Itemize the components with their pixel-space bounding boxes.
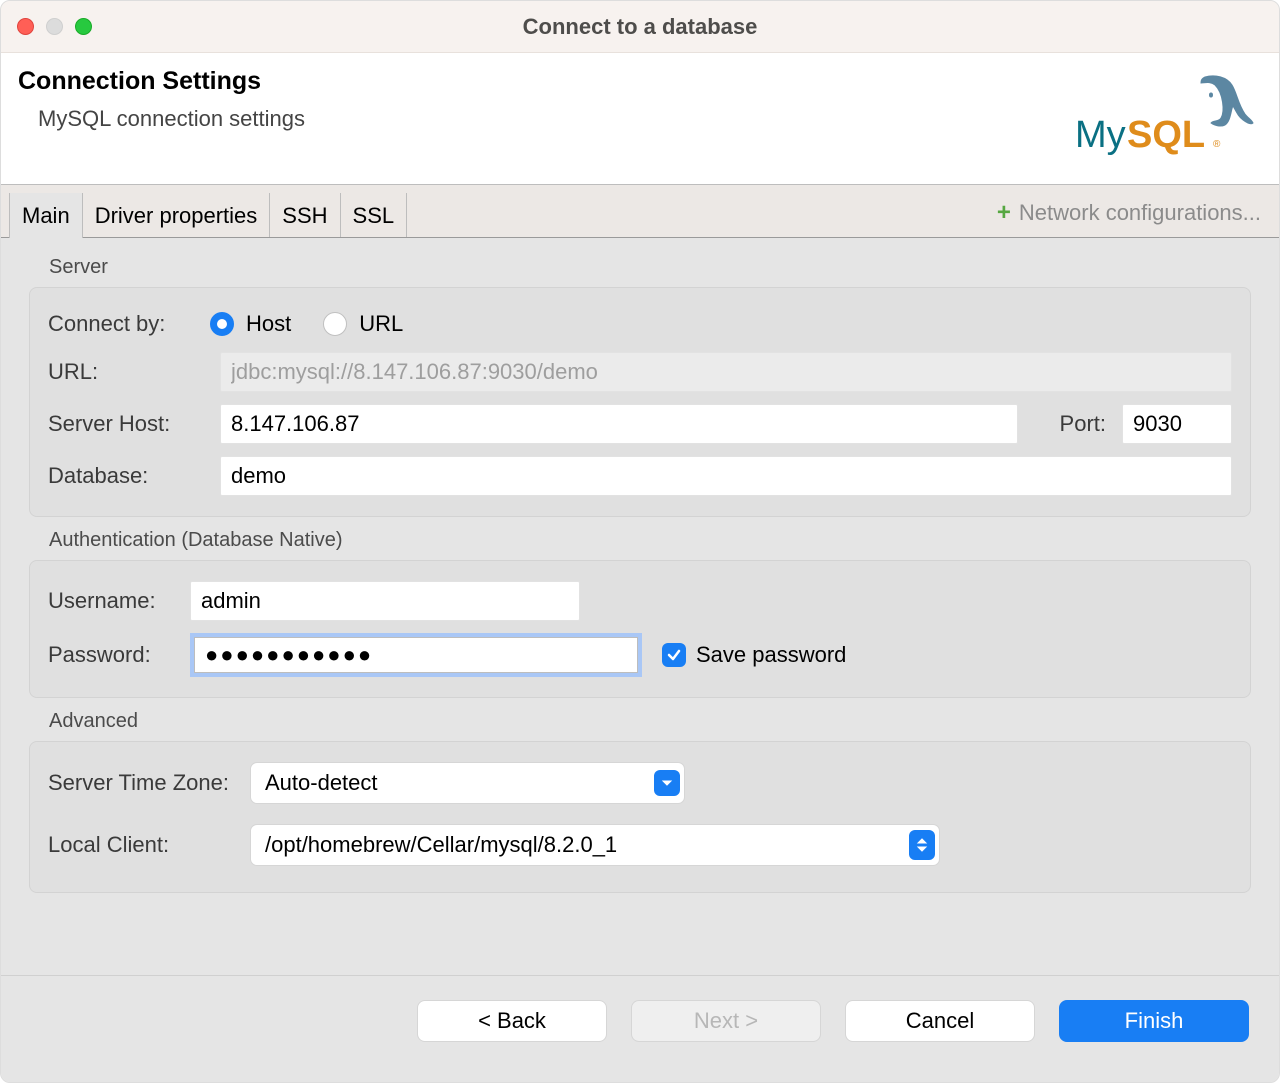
advanced-group-label: Advanced bbox=[13, 698, 1267, 741]
password-field[interactable] bbox=[194, 637, 638, 673]
dialog-window: Connect to a database Connection Setting… bbox=[0, 0, 1280, 1083]
network-configurations-button[interactable]: + Network configurations... bbox=[997, 199, 1261, 237]
header-text: Connection Settings MySQL connection set… bbox=[18, 67, 305, 132]
host-label: Server Host: bbox=[48, 411, 208, 437]
connect-by-row: Connect by: Host URL bbox=[44, 302, 1236, 346]
page-title: Connection Settings bbox=[18, 67, 305, 96]
main-content: Server Connect by: Host URL URL: Server … bbox=[1, 238, 1279, 975]
database-label: Database: bbox=[48, 463, 208, 489]
radio-url[interactable]: URL bbox=[323, 311, 403, 337]
tabs: Main Driver properties SSH SSL bbox=[9, 193, 407, 237]
url-label: URL: bbox=[48, 359, 208, 385]
host-row: Server Host: Port: bbox=[44, 398, 1236, 450]
url-field bbox=[220, 352, 1232, 392]
window-title: Connect to a database bbox=[1, 14, 1279, 40]
svg-text:SQL: SQL bbox=[1127, 114, 1205, 156]
tab-main[interactable]: Main bbox=[9, 193, 83, 238]
maximize-window-button[interactable] bbox=[75, 18, 92, 35]
port-label: Port: bbox=[1030, 411, 1110, 437]
page-subtitle: MySQL connection settings bbox=[38, 106, 305, 132]
tab-ssl[interactable]: SSL bbox=[341, 193, 408, 237]
chevron-down-icon bbox=[654, 770, 680, 796]
password-focus-ring bbox=[190, 633, 642, 677]
minimize-window-button[interactable] bbox=[46, 18, 63, 35]
connect-by-label: Connect by: bbox=[48, 311, 198, 337]
radio-url-label: URL bbox=[359, 311, 403, 337]
tab-driver-properties[interactable]: Driver properties bbox=[83, 193, 271, 237]
dialog-header: Connection Settings MySQL connection set… bbox=[1, 53, 1279, 184]
advanced-group: Server Time Zone: Auto-detect Local Clie… bbox=[29, 741, 1251, 893]
username-field[interactable] bbox=[190, 581, 580, 621]
save-password-checkbox[interactable]: Save password bbox=[654, 642, 846, 668]
window-controls bbox=[17, 18, 92, 35]
cancel-button[interactable]: Cancel bbox=[845, 1000, 1035, 1042]
radio-icon bbox=[210, 312, 234, 336]
radio-host[interactable]: Host bbox=[210, 311, 291, 337]
server-group-label: Server bbox=[13, 244, 1267, 287]
username-row: Username: bbox=[44, 575, 1236, 627]
checkbox-icon bbox=[662, 643, 686, 667]
database-row: Database: bbox=[44, 450, 1236, 502]
password-label: Password: bbox=[48, 642, 178, 668]
timezone-label: Server Time Zone: bbox=[48, 770, 238, 796]
auth-group: Username: Password: Save password bbox=[29, 560, 1251, 698]
host-field[interactable] bbox=[220, 404, 1018, 444]
tabs-row: Main Driver properties SSH SSL + Network… bbox=[1, 184, 1279, 238]
timezone-select[interactable]: Auto-detect bbox=[250, 762, 685, 804]
close-window-button[interactable] bbox=[17, 18, 34, 35]
next-button: Next > bbox=[631, 1000, 821, 1042]
save-password-label: Save password bbox=[696, 642, 846, 668]
url-row: URL: bbox=[44, 346, 1236, 398]
local-client-label: Local Client: bbox=[48, 832, 238, 858]
timezone-row: Server Time Zone: Auto-detect bbox=[44, 756, 1236, 810]
radio-host-label: Host bbox=[246, 311, 291, 337]
dialog-footer: < Back Next > Cancel Finish bbox=[1, 975, 1279, 1082]
plus-icon: + bbox=[997, 199, 1011, 227]
auth-group-label: Authentication (Database Native) bbox=[13, 517, 1267, 560]
network-configurations-label: Network configurations... bbox=[1019, 200, 1261, 226]
radio-icon bbox=[323, 312, 347, 336]
svg-text:My: My bbox=[1075, 114, 1126, 156]
titlebar: Connect to a database bbox=[1, 1, 1279, 53]
local-client-select[interactable]: /opt/homebrew/Cellar/mysql/8.2.0_1 bbox=[250, 824, 940, 866]
local-client-value: /opt/homebrew/Cellar/mysql/8.2.0_1 bbox=[265, 832, 909, 858]
mysql-logo: My SQL ® bbox=[1075, 67, 1255, 166]
timezone-value: Auto-detect bbox=[265, 770, 654, 796]
tab-ssh[interactable]: SSH bbox=[270, 193, 340, 237]
database-field[interactable] bbox=[220, 456, 1232, 496]
svg-text:®: ® bbox=[1213, 139, 1221, 150]
username-label: Username: bbox=[48, 588, 178, 614]
port-field[interactable] bbox=[1122, 404, 1232, 444]
local-client-row: Local Client: /opt/homebrew/Cellar/mysql… bbox=[44, 810, 1236, 872]
finish-button[interactable]: Finish bbox=[1059, 1000, 1249, 1042]
password-row: Password: Save password bbox=[44, 627, 1236, 683]
server-group: Connect by: Host URL URL: Server Host: P… bbox=[29, 287, 1251, 517]
back-button[interactable]: < Back bbox=[417, 1000, 607, 1042]
up-down-icon bbox=[909, 830, 935, 860]
